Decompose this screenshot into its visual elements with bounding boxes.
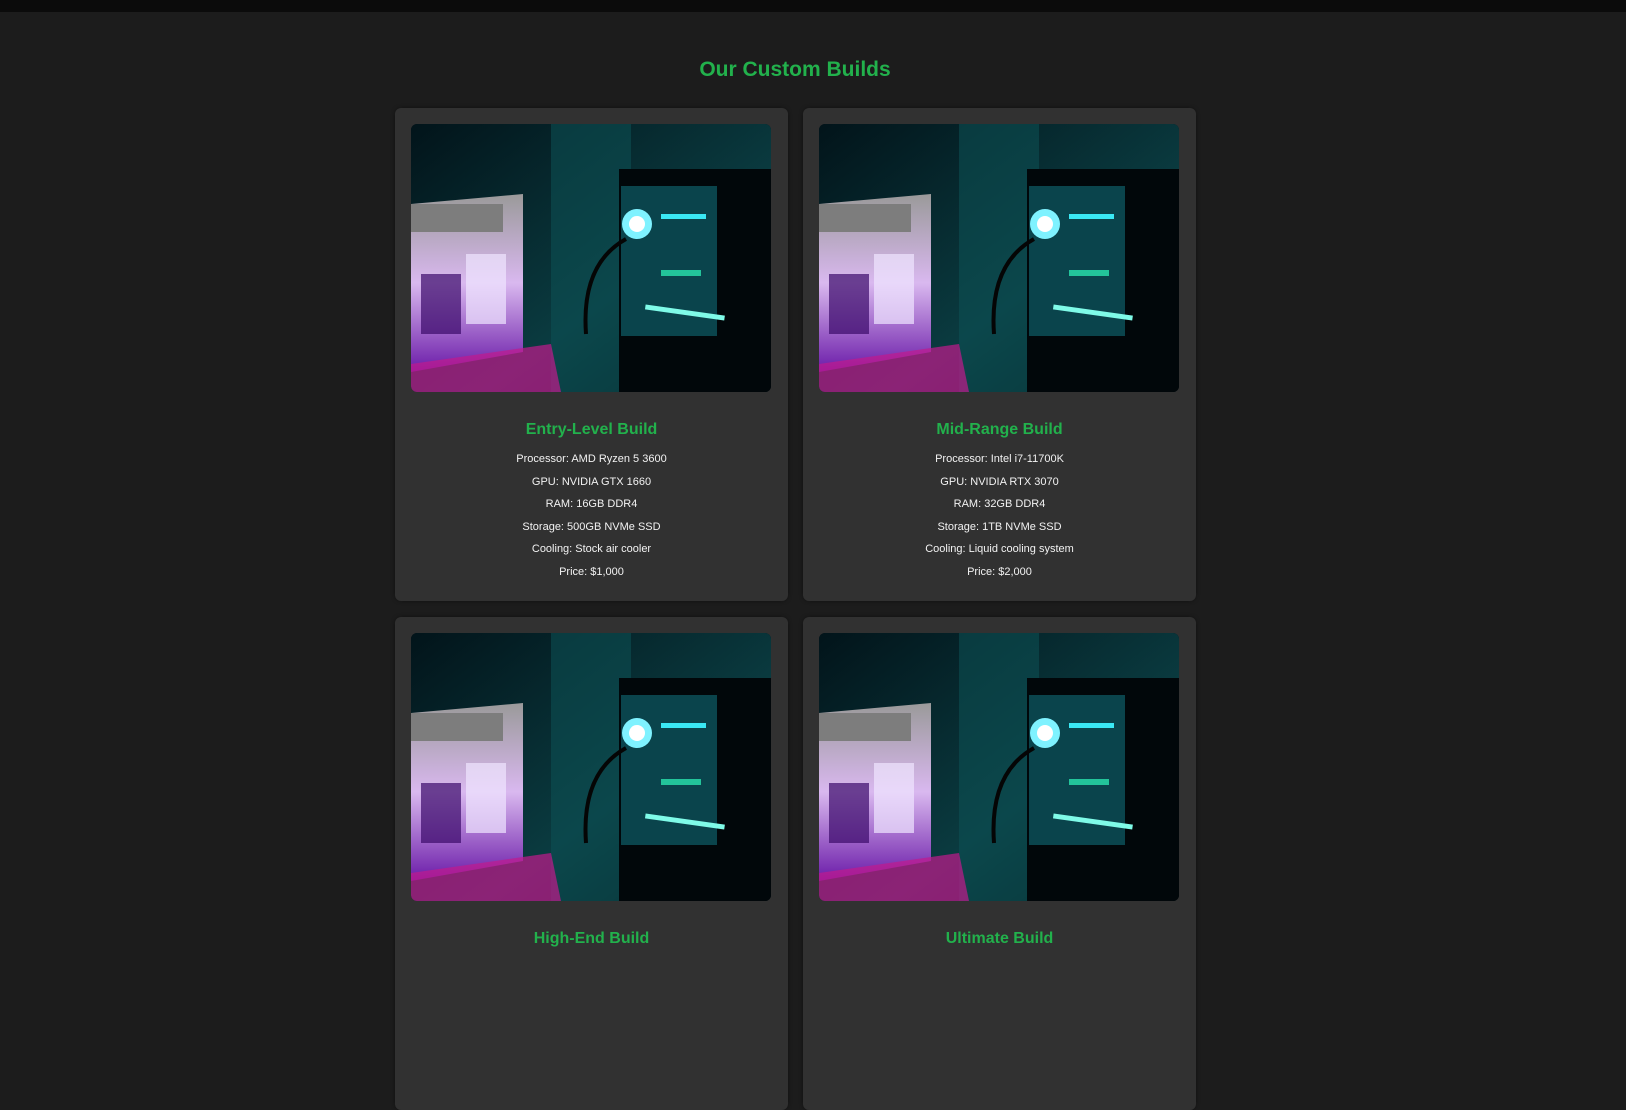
builds-grid: Entry-Level Build Processor: AMD Ryzen 5… — [395, 108, 1196, 1110]
spec-storage: Storage: 1TB NVMe SSD — [937, 520, 1062, 533]
spec-ram: RAM: 32GB DDR4 — [953, 498, 1046, 511]
build-card-high-end: High-End Build — [395, 617, 788, 1110]
build-card-mid-range: Mid-Range Build Processor: Intel i7-1170… — [803, 108, 1196, 601]
spec-processor: Processor: Intel i7-11700K — [935, 453, 1064, 465]
spec-processor: Processor: AMD Ryzen 5 3600 — [516, 453, 667, 465]
spec-cooling: Cooling: Liquid cooling system — [925, 543, 1074, 556]
spec-gpu: GPU: NVIDIA RTX 3070 — [940, 475, 1059, 488]
spec-price: Price: $2,000 — [967, 565, 1032, 578]
spec-gpu: GPU: NVIDIA GTX 1660 — [531, 475, 652, 488]
spec-ram: RAM: 16GB DDR4 — [545, 498, 638, 511]
top-bar — [0, 0, 1626, 12]
build-image — [411, 124, 771, 392]
spec-price: Price: $1,000 — [559, 565, 624, 578]
build-card-entry-level: Entry-Level Build Processor: AMD Ryzen 5… — [395, 108, 788, 601]
build-image — [411, 633, 771, 901]
page-title: Our Custom Builds — [699, 58, 891, 81]
build-title: Mid-Range Build — [936, 421, 1063, 438]
build-title: Entry-Level Build — [525, 421, 658, 438]
build-title: Ultimate Build — [945, 930, 1054, 947]
build-image — [819, 633, 1179, 901]
build-card-ultimate: Ultimate Build — [803, 617, 1196, 1110]
build-title: High-End Build — [533, 930, 650, 947]
spec-cooling: Cooling: Stock air cooler — [531, 543, 652, 556]
build-image — [819, 124, 1179, 392]
spec-storage: Storage: 500GB NVMe SSD — [522, 520, 661, 533]
